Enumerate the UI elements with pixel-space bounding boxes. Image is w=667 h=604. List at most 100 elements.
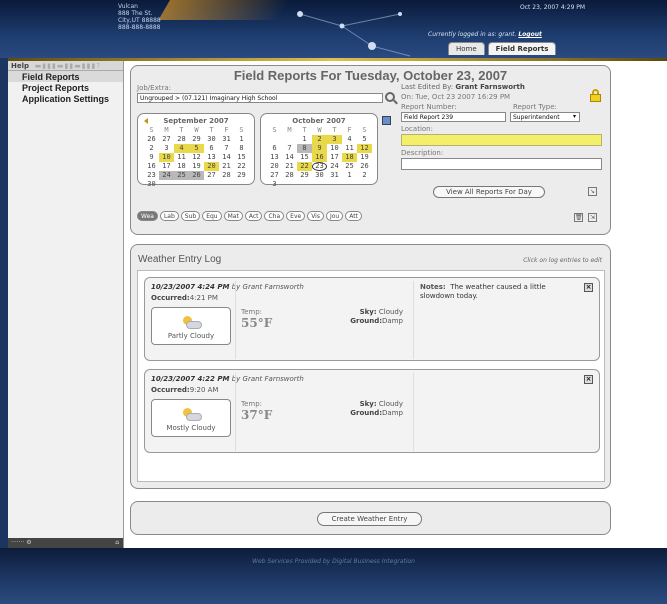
sidebar-item-field-reports[interactable]: Field Reports (8, 71, 123, 82)
calendar-day[interactable]: 10 (159, 153, 174, 162)
calendar-day[interactable]: 5 (189, 144, 204, 153)
calendar-day[interactable]: 7 (219, 144, 234, 153)
create-weather-entry-button[interactable]: Create Weather Entry (317, 512, 422, 526)
logout-link[interactable]: Logout (518, 31, 542, 38)
calendar-day[interactable]: 13 (267, 153, 282, 162)
calendar-day[interactable]: 11 (174, 153, 189, 162)
calendar-day[interactable]: 10 (327, 144, 342, 153)
report-number-field[interactable]: Field Report 239 (401, 112, 506, 122)
calendar-day[interactable]: 16 (144, 162, 159, 171)
calendar-day[interactable]: 18 (342, 153, 357, 162)
calendar-day[interactable]: 26 (357, 162, 372, 171)
category-button-material[interactable]: Mat (223, 211, 243, 221)
calendar-day[interactable]: 27 (267, 171, 282, 180)
category-button-visitor[interactable]: Vis (307, 211, 324, 221)
calendar-day[interactable]: 13 (204, 153, 219, 162)
tab-home[interactable]: Home (448, 42, 485, 55)
calendar-day[interactable]: 4 (342, 135, 357, 144)
calendar-day[interactable]: 14 (282, 153, 297, 162)
calendar-day[interactable]: 22 (297, 162, 312, 171)
lock-icon[interactable] (590, 89, 601, 102)
weather-entry[interactable]: 10/23/2007 4:22 PM by Grant Farnsworth O… (144, 369, 600, 453)
description-field[interactable] (401, 158, 602, 170)
calendar-day[interactable]: 23 (144, 171, 159, 180)
calendar-day[interactable]: 3 (327, 135, 342, 144)
calendar-picker-icon[interactable] (382, 116, 391, 125)
calendar-day[interactable]: 24 (159, 171, 174, 180)
calendar-day[interactable]: 20 (267, 162, 282, 171)
calendar-day[interactable]: 7 (282, 144, 297, 153)
calendar-day[interactable]: 1 (234, 135, 249, 144)
calendar-day[interactable]: 25 (174, 171, 189, 180)
calendar-day[interactable]: 30 (204, 135, 219, 144)
category-button-subcontractor[interactable]: Sub (180, 211, 201, 221)
calendar-day[interactable]: 30 (312, 171, 327, 180)
calendar-day[interactable]: 12 (357, 144, 372, 153)
calendar-day[interactable]: 27 (204, 171, 219, 180)
calendar-day[interactable]: 21 (282, 162, 297, 171)
tab-field-reports[interactable]: Field Reports (487, 42, 557, 55)
delete-entry-icon[interactable]: × (584, 375, 593, 384)
calendar-day[interactable]: 4 (174, 144, 189, 153)
calendar-day[interactable]: 27 (159, 135, 174, 144)
category-button-activity[interactable]: Act (244, 211, 263, 221)
calendar-day[interactable]: 21 (219, 162, 234, 171)
calendar-day[interactable]: 15 (234, 153, 249, 162)
calendar-day[interactable]: 2 (312, 135, 327, 144)
calendar-day[interactable]: 19 (189, 162, 204, 171)
category-button-weather[interactable]: Wea (137, 211, 158, 221)
calendar-day[interactable]: 3 (267, 180, 282, 189)
category-button-change[interactable]: Cha (264, 211, 285, 221)
calendar-day[interactable]: 26 (144, 135, 159, 144)
calendar-day[interactable]: 8 (234, 144, 249, 153)
trash-icon[interactable]: 🗑 (574, 213, 583, 222)
calendar-day[interactable]: 1 (297, 135, 312, 144)
calendar-day[interactable]: 8 (297, 144, 312, 153)
calendar-day[interactable]: 31 (219, 135, 234, 144)
sidebar-item-application-settings[interactable]: Application Settings (8, 93, 123, 104)
category-button-journal[interactable]: Jou (325, 211, 344, 221)
calendar-day[interactable]: 29 (234, 171, 249, 180)
calendar-day[interactable]: 29 (189, 135, 204, 144)
calendar-day[interactable]: 22 (234, 162, 249, 171)
location-field[interactable] (401, 134, 602, 146)
calendar-day[interactable]: 9 (144, 153, 159, 162)
calendar-day[interactable]: 15 (297, 153, 312, 162)
resize-icon[interactable]: ↘ (588, 187, 597, 196)
category-button-equipment[interactable]: Equ (202, 211, 222, 221)
calendar-day[interactable]: 9 (312, 144, 327, 153)
calendar-day[interactable]: 14 (219, 153, 234, 162)
calendar-day[interactable]: 31 (327, 171, 342, 180)
calendar-day[interactable]: 11 (342, 144, 357, 153)
help-link[interactable]: Help (11, 62, 29, 70)
calendar-day[interactable]: 28 (219, 171, 234, 180)
delete-entry-icon[interactable]: × (584, 283, 593, 292)
export-icon[interactable]: ⇲ (588, 213, 597, 222)
calendar-day[interactable]: 30 (144, 180, 159, 189)
prev-month-icon[interactable] (144, 118, 148, 124)
category-button-attachment[interactable]: Att (345, 211, 362, 221)
calendar-day[interactable]: 2 (144, 144, 159, 153)
calendar-day[interactable]: 26 (189, 171, 204, 180)
calendar-day[interactable]: 3 (159, 144, 174, 153)
calendar-day[interactable]: 23 (312, 162, 327, 171)
calendar-day[interactable]: 17 (327, 153, 342, 162)
calendar-day[interactable]: 28 (174, 135, 189, 144)
calendar-day[interactable]: 6 (267, 144, 282, 153)
home-icon[interactable]: ⌂ (115, 538, 119, 548)
report-type-select[interactable]: Superintendent ▾ (510, 112, 580, 122)
calendar-day[interactable]: 24 (327, 162, 342, 171)
search-icon[interactable] (385, 92, 395, 102)
calendar-day[interactable]: 6 (204, 144, 219, 153)
job-field[interactable]: Ungrouped > (07.121) Imaginary High Scho… (137, 93, 383, 103)
calendar-day[interactable]: 16 (312, 153, 327, 162)
weather-entry[interactable]: 10/23/2007 4:24 PM by Grant Farnsworth O… (144, 277, 600, 361)
calendar-day[interactable]: 12 (189, 153, 204, 162)
calendar-day[interactable]: 1 (342, 171, 357, 180)
calendar-day[interactable]: 28 (282, 171, 297, 180)
calendar-day[interactable]: 2 (357, 171, 372, 180)
category-button-event[interactable]: Eve (286, 211, 306, 221)
calendar-day[interactable]: 17 (159, 162, 174, 171)
calendar-day[interactable]: 5 (357, 135, 372, 144)
calendar-day[interactable]: 29 (297, 171, 312, 180)
